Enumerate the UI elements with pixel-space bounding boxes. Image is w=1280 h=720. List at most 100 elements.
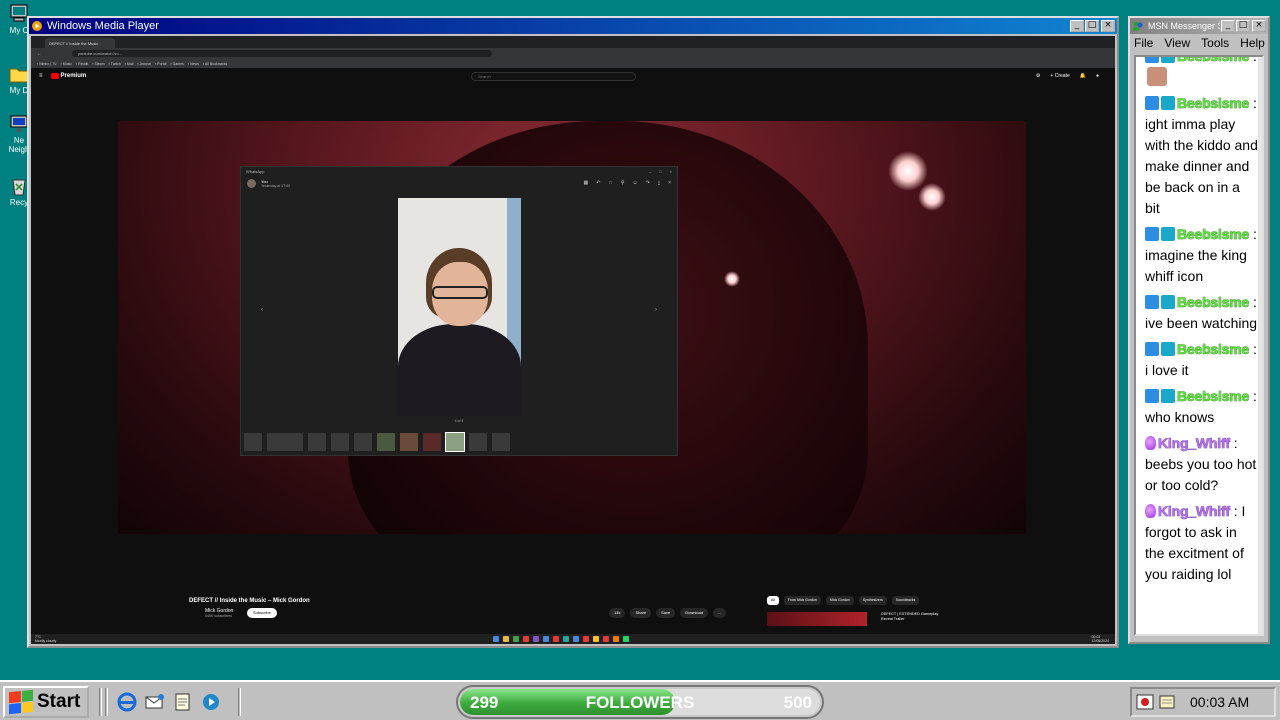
reply-icon[interactable]: ↶ (596, 180, 600, 186)
chat-username[interactable]: Beebsisme (1177, 226, 1250, 243)
app-icon[interactable] (513, 636, 519, 642)
menu-file[interactable]: File (1134, 36, 1153, 50)
notepad-icon[interactable] (172, 691, 194, 713)
bookmark-item[interactable]: ▪ Mail (125, 62, 134, 66)
avatar[interactable]: ● (1096, 73, 1099, 79)
close-icon[interactable]: × (670, 169, 672, 174)
media-icon[interactable] (200, 691, 222, 713)
record-icon[interactable] (1136, 693, 1154, 711)
media-thumbnail[interactable] (308, 433, 326, 451)
app-icon[interactable] (553, 636, 559, 642)
app-icon[interactable] (623, 636, 629, 642)
chat-username[interactable]: Beebsisme (1177, 341, 1250, 358)
chip-from-channel[interactable]: From Mick Gordon (783, 596, 821, 605)
address-input[interactable]: youtube.com/watch?v=... (72, 50, 492, 57)
bookmark-item[interactable]: ▪ All Bookmarks (203, 62, 227, 66)
app-icon[interactable] (603, 636, 609, 642)
forward-icon[interactable]: ↷ (646, 180, 650, 186)
app-icon[interactable] (493, 636, 499, 642)
app-icon[interactable] (563, 636, 569, 642)
bookmark-item[interactable]: ▪ News (188, 62, 199, 66)
chat-username[interactable]: King_Whiff (1158, 435, 1231, 452)
menu-tools[interactable]: Tools (1201, 36, 1229, 50)
back-icon[interactable]: ← (37, 51, 42, 57)
youtube-logo[interactable]: Premium (51, 73, 87, 79)
maximize-icon[interactable]: □ (659, 169, 661, 174)
bookmark-item[interactable]: ▪ Twitch (109, 62, 121, 66)
bookmark-item[interactable]: ▪ Reddit (76, 62, 88, 66)
star-icon[interactable]: ☆ (608, 180, 612, 186)
settings-icon[interactable]: ⚙ (1036, 73, 1040, 79)
close-button[interactable]: × (1101, 20, 1115, 32)
chip-synthesizers[interactable]: Synthesizers (858, 596, 887, 605)
media-thumbnail[interactable] (331, 433, 349, 451)
media-player-titlebar[interactable]: Windows Media Player _ □ × (29, 18, 1117, 34)
app-icon[interactable] (593, 636, 599, 642)
create-button[interactable]: + Create (1050, 73, 1069, 79)
media-thumbnail[interactable] (244, 433, 262, 451)
media-thumbnail[interactable] (423, 433, 441, 451)
media-thumbnail[interactable] (267, 433, 303, 451)
gallery-icon[interactable]: ▦ (583, 180, 588, 186)
download-button[interactable]: Download (680, 608, 709, 618)
media-thumbnail[interactable] (469, 433, 487, 451)
menu-icon[interactable]: ≡ (39, 73, 43, 79)
recommended-thumbnail[interactable] (767, 612, 867, 626)
app-icon[interactable] (543, 636, 549, 642)
minimize-button[interactable]: _ (1221, 20, 1235, 32)
menu-view[interactable]: View (1164, 36, 1190, 50)
media-thumbnail[interactable] (492, 433, 510, 451)
internet-explorer-icon[interactable] (116, 691, 138, 713)
share-button[interactable]: Share (630, 608, 652, 618)
chat-log[interactable]: Beebsisme : Beebsisme : ight imma play w… (1134, 55, 1264, 636)
app-icon[interactable] (613, 636, 619, 642)
more-button[interactable]: ... (713, 608, 727, 618)
bookmark-item[interactable]: ▪ Portal (155, 62, 166, 66)
chat-username[interactable]: Beebsisme (1177, 388, 1250, 405)
msn-titlebar[interactable]: MSN Messenger Service _ □ × (1130, 18, 1268, 34)
chat-scrollbar[interactable] (1258, 57, 1262, 634)
search-input[interactable]: Search (471, 71, 636, 81)
chip-all[interactable]: All (767, 596, 779, 605)
app-icon[interactable] (523, 636, 529, 642)
emoji-icon[interactable]: ☺ (633, 180, 638, 186)
notes-icon[interactable] (1158, 693, 1176, 711)
save-button[interactable]: Save (656, 608, 676, 618)
download-icon[interactable]: ⤓ (658, 180, 660, 186)
bookmark-item[interactable]: ▪ Nimbo | TV (37, 62, 57, 66)
media-thumbnail[interactable] (354, 433, 372, 451)
next-media-icon[interactable]: › (655, 307, 657, 313)
like-button[interactable]: 14k (609, 608, 626, 618)
chip-soundtracks[interactable]: Soundtracks (891, 596, 920, 605)
browser-tab[interactable]: DEFECT // Inside the Music (45, 38, 115, 48)
chat-username[interactable]: Beebsisme (1177, 294, 1250, 311)
subscribe-button[interactable]: Subscribe (247, 608, 277, 618)
menu-help[interactable]: Help (1240, 36, 1265, 50)
notifications-icon[interactable]: 🔔 (1080, 73, 1086, 79)
previous-media-icon[interactable]: ‹ (261, 307, 263, 313)
chat-username[interactable]: King_Whiff (1158, 503, 1231, 520)
bookmark-item[interactable]: ▪ Journal (137, 62, 151, 66)
app-icon[interactable] (533, 636, 539, 642)
media-thumbnail-selected[interactable] (445, 432, 465, 452)
app-icon[interactable] (573, 636, 579, 642)
start-button[interactable]: Start (3, 686, 89, 718)
media-thumbnail[interactable] (400, 433, 418, 451)
app-icon[interactable] (503, 636, 509, 642)
minimize-icon[interactable]: – (649, 169, 651, 174)
chat-username[interactable]: Beebsisme (1177, 95, 1250, 112)
recommended-title[interactable]: DEFECT | EXTENDED Gameplay Reveal Traile… (881, 612, 951, 622)
bookmark-item[interactable]: ▪ Music (61, 62, 72, 66)
close-icon[interactable]: × (668, 180, 671, 186)
app-icon[interactable] (583, 636, 589, 642)
maximize-button[interactable]: □ (1236, 20, 1250, 32)
chat-username[interactable]: Beebsisme (1177, 57, 1250, 64)
minimize-button[interactable]: _ (1070, 20, 1084, 32)
chip-channel[interactable]: Mick Gordon (825, 596, 854, 605)
media-thumbnail[interactable] (377, 433, 395, 451)
bookmark-item[interactable]: ▪ Steam (92, 62, 104, 66)
close-button[interactable]: × (1252, 20, 1266, 32)
outlook-express-icon[interactable] (144, 691, 166, 713)
pin-icon[interactable]: ⚲ (621, 180, 625, 186)
maximize-button[interactable]: □ (1085, 20, 1099, 32)
